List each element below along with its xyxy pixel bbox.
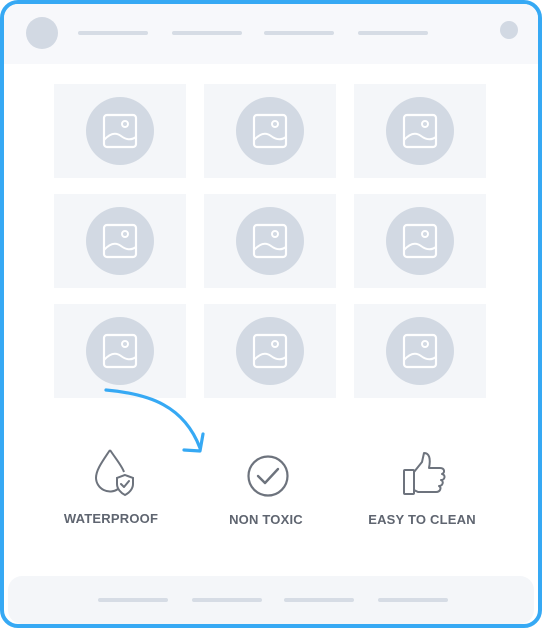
footer-link-4[interactable] [378,598,448,602]
footer-link-2[interactable] [192,598,262,602]
gallery-tile[interactable] [54,84,186,178]
nav-item-3[interactable] [264,31,334,35]
feature-label-non-toxic: NON TOXIC [229,512,303,527]
gallery-tile[interactable] [354,84,486,178]
menu-icon[interactable] [500,21,518,39]
image-placeholder-icon [86,317,154,385]
nav-item-1[interactable] [78,31,148,35]
image-placeholder-icon [236,97,304,165]
water-drop-shield-icon [94,449,134,497]
footer-link-1[interactable] [98,598,168,602]
image-placeholder-icon [86,207,154,275]
nav-item-2[interactable] [172,31,242,35]
nav-item-4[interactable] [358,31,428,35]
image-placeholder-icon [386,207,454,275]
gallery-tile[interactable] [204,194,336,288]
gallery-tile[interactable] [354,304,486,398]
image-placeholder-icon [236,317,304,385]
footer-link-3[interactable] [284,598,354,602]
gallery-tile[interactable] [204,304,336,398]
gallery-tile[interactable] [54,194,186,288]
header [4,4,538,64]
image-placeholder-icon [386,317,454,385]
footer [8,576,534,624]
curved-arrow-icon [104,388,205,453]
thumbs-up-icon [403,452,446,495]
gallery-tile[interactable] [354,194,486,288]
image-placeholder-icon [86,97,154,165]
avatar[interactable] [26,17,58,49]
wireframe-frame: WATERPROOF NON TOXIC EASY TO CLEAN [0,0,542,628]
check-circle-icon [247,455,289,497]
image-placeholder-icon [236,207,304,275]
image-placeholder-icon [386,97,454,165]
feature-label-easy-to-clean: EASY TO CLEAN [368,512,476,527]
gallery-tile[interactable] [204,84,336,178]
feature-label-waterproof: WATERPROOF [63,511,159,526]
